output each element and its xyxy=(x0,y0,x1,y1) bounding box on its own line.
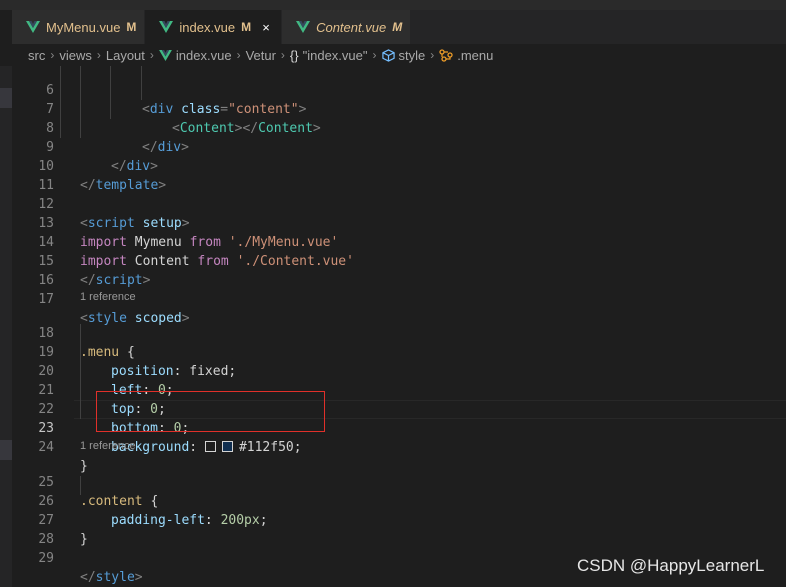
code-line: 16 xyxy=(12,252,786,288)
chevron-right-icon: › xyxy=(96,48,101,62)
chevron-right-icon: › xyxy=(149,48,154,62)
code-line: 6 <div class="content"> xyxy=(12,62,786,117)
activity-gutter xyxy=(0,66,12,587)
vue-icon xyxy=(158,49,172,61)
code-line: 9 </div> xyxy=(12,119,786,174)
breadcrumb-label: "index.vue" xyxy=(302,47,368,63)
chevron-right-icon: › xyxy=(430,48,435,62)
code-line: 29 </style> xyxy=(12,530,786,585)
code-line: 15 </script> xyxy=(12,233,786,288)
tab-content-vue[interactable]: Content.vue M xyxy=(282,10,412,44)
color-swatch-icon[interactable] xyxy=(204,441,216,452)
breadcrumb-label: index.vue xyxy=(175,47,232,63)
code-editor[interactable]: 6 <div class="content"> 7 <Content></Con… xyxy=(12,66,786,587)
cube-icon xyxy=(381,48,395,62)
code-line: 10 </template> xyxy=(12,138,786,193)
chevron-right-icon: › xyxy=(236,48,241,62)
code-line: 12 <script setup> xyxy=(12,176,786,231)
tab-label: MyMenu.vue xyxy=(46,19,121,35)
close-icon[interactable]: × xyxy=(259,20,273,35)
color-swatch-icon[interactable] xyxy=(221,441,233,452)
code-line: 13 import Mymenu from './MyMenu.vue' xyxy=(12,195,786,250)
tab-mymenu-vue[interactable]: MyMenu.vue M xyxy=(12,10,146,44)
breadcrumb-vetur[interactable]: Vetur xyxy=(246,48,276,63)
breadcrumb-src[interactable]: src xyxy=(28,48,45,63)
modified-badge: M xyxy=(126,20,137,34)
braces-icon: {} xyxy=(289,47,299,63)
tab-index-vue[interactable]: index.vue M × xyxy=(145,10,283,44)
vue-icon xyxy=(296,21,311,33)
tab-label: index.vue xyxy=(179,19,236,35)
code-line: 19 position: fixed; xyxy=(12,324,786,379)
code-line: 27 } xyxy=(12,492,786,547)
modified-badge: M xyxy=(241,20,252,34)
code-line: 21 top: 0; xyxy=(12,362,786,417)
class-icon xyxy=(439,48,453,62)
code-line: 20 left: 0; xyxy=(12,343,786,398)
gutter-mark xyxy=(0,88,12,108)
code-line: 26 padding-left: 200px; xyxy=(12,473,786,528)
watermark: CSDN @HappyLearnerL xyxy=(577,556,765,575)
code-line: 8 </div> xyxy=(12,100,786,155)
code-line: 28 xyxy=(12,511,786,547)
gutter-mark xyxy=(0,440,12,460)
tab-label: Content.vue xyxy=(316,19,387,35)
vue-icon xyxy=(159,21,174,33)
code-line: 14 import Content from './Content.vue' xyxy=(12,214,786,269)
breadcrumb-index-vue[interactable]: index.vue xyxy=(158,47,232,63)
chevron-right-icon: › xyxy=(50,48,55,62)
chevron-right-icon: › xyxy=(280,48,285,62)
breadcrumb-menu[interactable]: .menu xyxy=(439,48,493,63)
breadcrumb-label: style xyxy=(398,47,426,63)
breadcrumb-style[interactable]: style xyxy=(381,47,426,63)
annotation-highlight-box xyxy=(96,391,325,432)
breadcrumb-label: .menu xyxy=(457,47,494,63)
breadcrumb-template[interactable]: {} "index.vue" xyxy=(290,48,368,63)
line-number: 29 xyxy=(38,551,54,566)
code-line: 7 <Content></Content> xyxy=(12,81,786,136)
chevron-right-icon: › xyxy=(372,48,377,62)
code-line: 11 xyxy=(12,157,786,193)
code-line: 18 .menu { xyxy=(12,305,786,360)
vue-icon xyxy=(26,21,40,33)
window-top-strip xyxy=(0,0,786,10)
code-line: 25 .content { xyxy=(12,454,786,509)
editor-tab-bar: MyMenu.vue M index.vue M × Content.vue M xyxy=(12,10,786,44)
modified-badge: M xyxy=(392,20,403,34)
breadcrumb-layout[interactable]: Layout xyxy=(106,48,145,63)
breadcrumb-views[interactable]: views xyxy=(59,48,92,63)
